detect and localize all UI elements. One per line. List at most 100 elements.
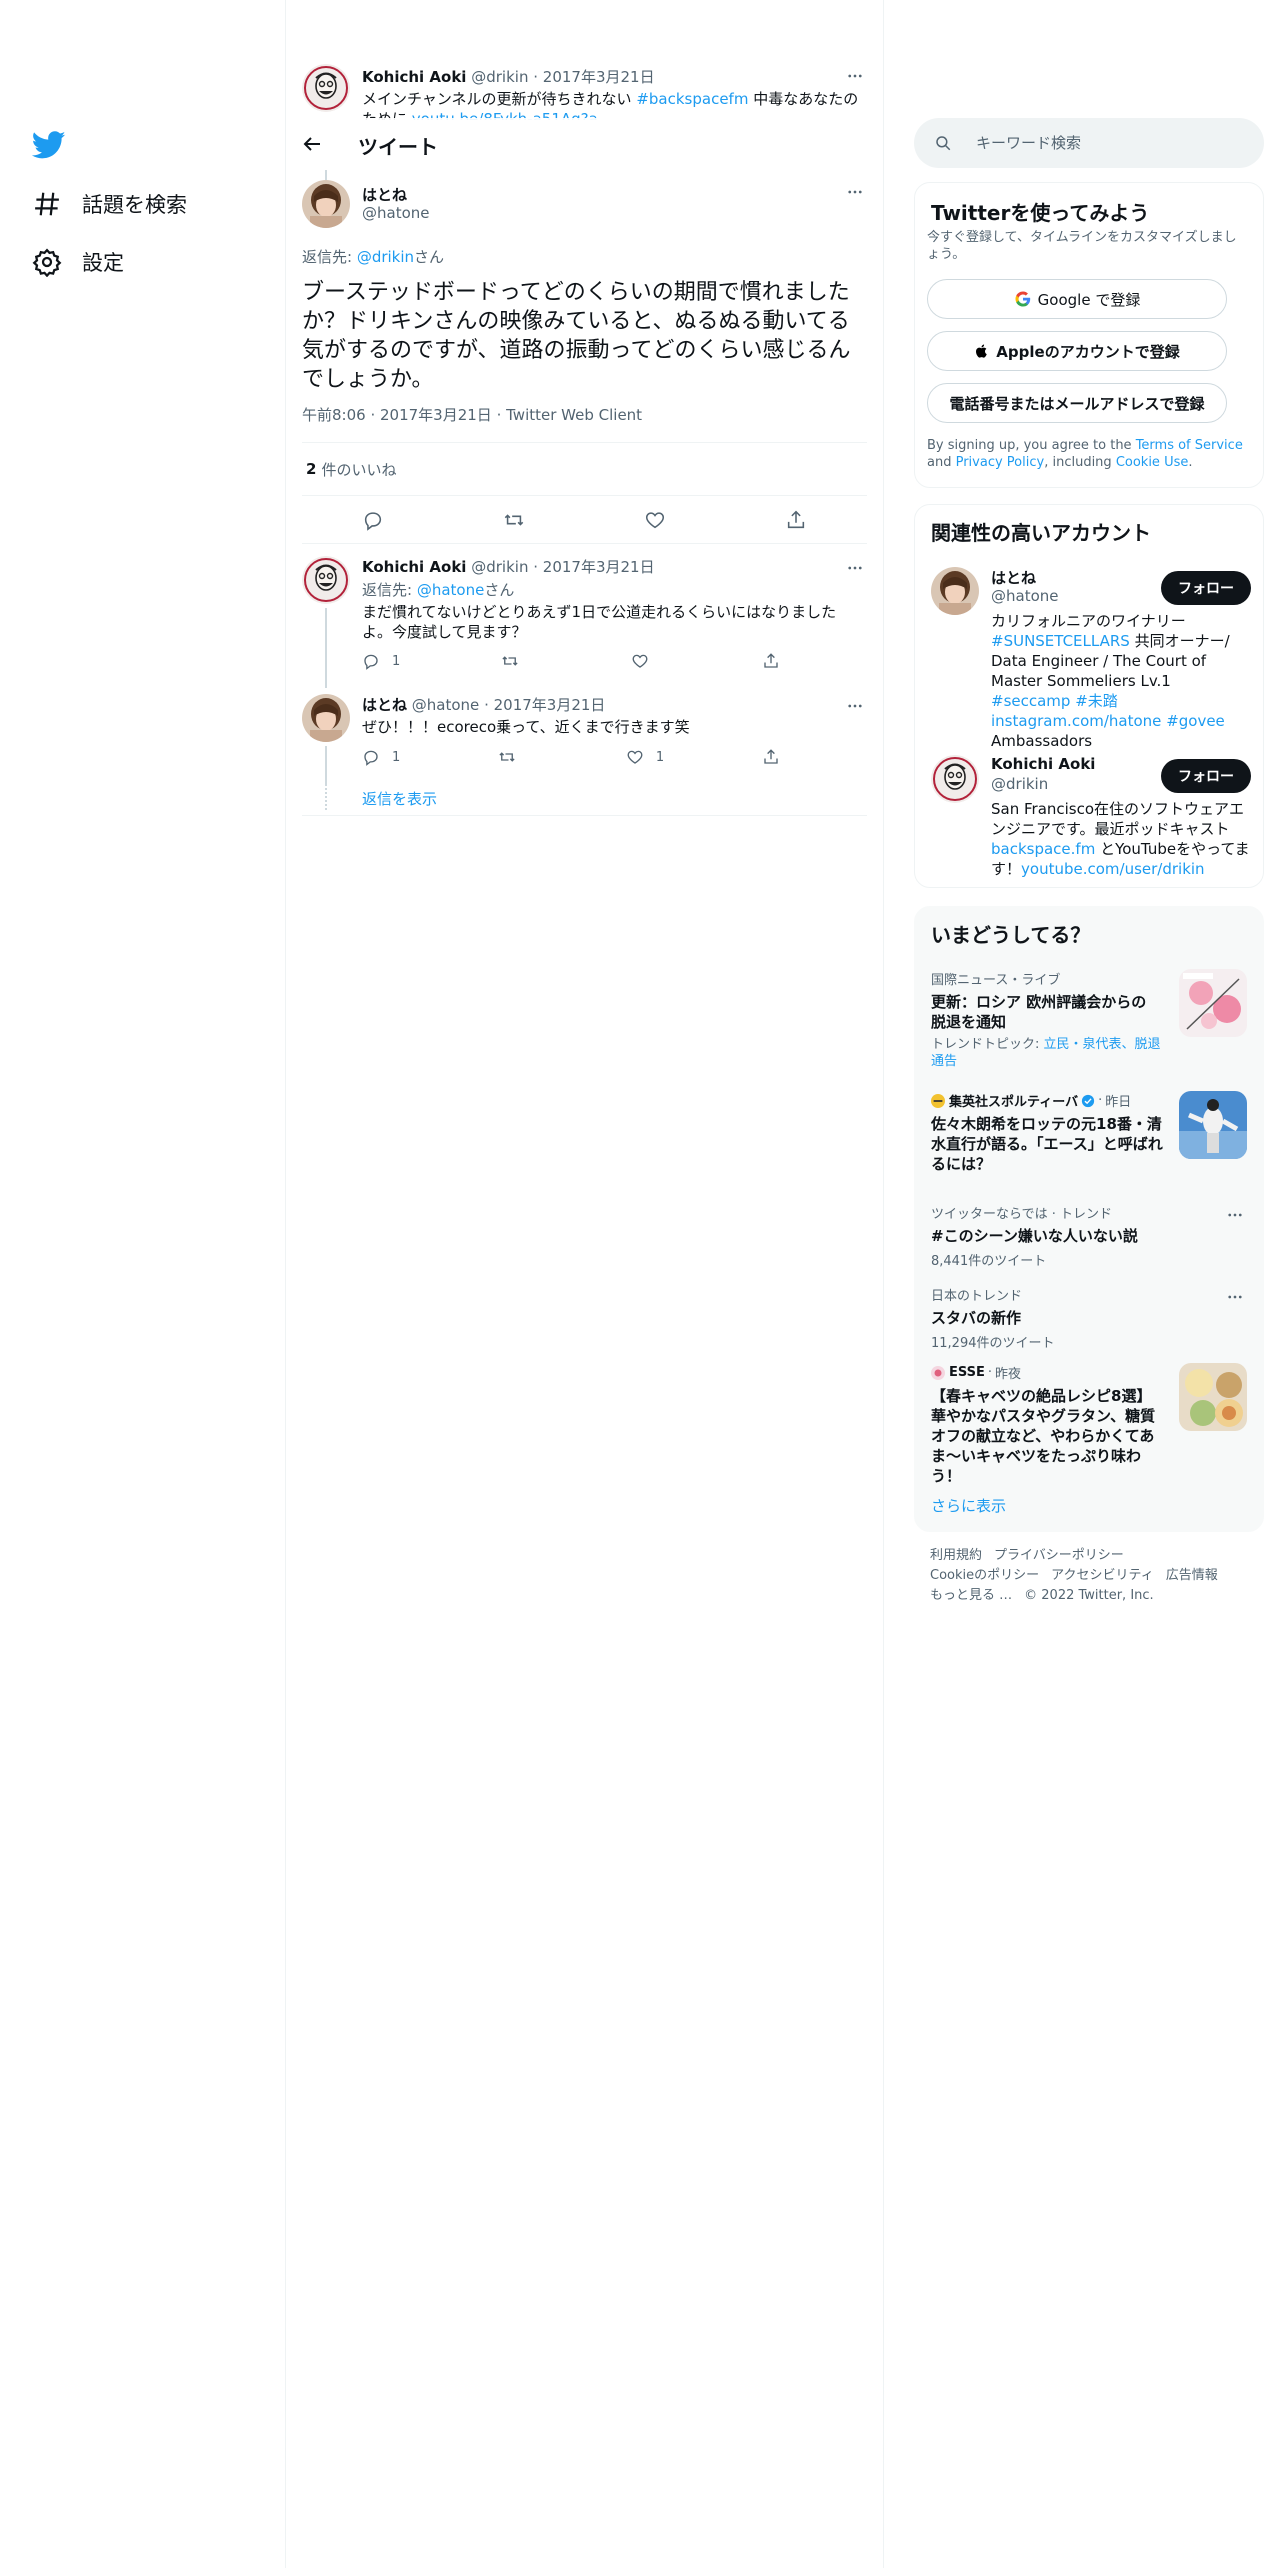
twitter-logo-icon[interactable] <box>32 128 66 162</box>
likes-stat[interactable]: 2 件のいいね <box>302 442 867 496</box>
reply-button[interactable]: 1 <box>362 748 400 766</box>
tweet-date[interactable]: 2017年3月21日 <box>494 696 606 714</box>
share-icon[interactable] <box>785 509 807 531</box>
more-options-icon[interactable] <box>843 556 867 580</box>
tweet-author-name[interactable]: Kohichi Aoki <box>362 558 466 576</box>
tweet-client[interactable]: Twitter Web Client <box>506 406 642 424</box>
avatar[interactable] <box>931 567 979 615</box>
reply-to-link[interactable]: @hatone <box>417 581 485 599</box>
share-button[interactable] <box>762 748 792 766</box>
avatar[interactable] <box>302 556 350 604</box>
avatar[interactable] <box>302 64 350 112</box>
trend-thumbnail <box>1179 969 1247 1037</box>
account-item[interactable]: Kohichi Aoki @drikin フォロー San Francisco在… <box>931 753 1251 883</box>
tweet-author-handle[interactable]: @drikin <box>471 68 528 86</box>
legal-text: By signing up, you agree to the <box>927 438 1136 453</box>
trends-title: いまどうしてる？ <box>931 923 1091 947</box>
bio-link[interactable]: instagram.com/hatone <box>991 712 1161 730</box>
trend-title: 佐々木朗希をロッテの元18番・清水直行が語る。「エース」と呼ばれるには？ <box>931 1115 1163 1173</box>
trend-item[interactable]: 日本のトレンド スタバの新作 11,294件のツイート <box>931 1285 1247 1351</box>
tweet-date[interactable]: 2017年3月21日 <box>380 406 492 424</box>
trend-item[interactable]: ツイッターならでは · トレンド #このシーン嫌いな人いない説 8,441件のツ… <box>931 1203 1247 1269</box>
reply-tweet[interactable]: Kohichi Aoki @drikin · 2017年3月21日 返信先: @… <box>302 556 867 688</box>
tweet-action-bar <box>302 496 867 544</box>
hashtag-link[interactable]: #govee <box>1166 712 1225 730</box>
bio-link[interactable]: backspace.fm <box>991 840 1095 858</box>
reply-to-link[interactable]: @drikin <box>357 248 414 266</box>
tweet-author-name[interactable]: Kohichi Aoki <box>362 68 466 86</box>
avatar[interactable] <box>931 755 979 803</box>
footer-link[interactable]: プライバシーポリシー <box>994 1548 1124 1563</box>
hashtag-link[interactable]: #backspacefm <box>636 90 748 108</box>
trend-item[interactable]: ESSE · 昨夜 【春キャベツの絶品レシピ8選】華やかなパスタやグラタン、糖質… <box>931 1363 1247 1485</box>
hashtag-link[interactable]: #seccamp <box>991 692 1070 710</box>
retweet-button[interactable] <box>498 748 528 766</box>
like-icon[interactable] <box>644 509 666 531</box>
footer-link[interactable]: 利用規約 <box>930 1548 982 1563</box>
tweet-author-handle[interactable]: @drikin <box>471 558 528 576</box>
share-icon <box>762 652 792 670</box>
trend-item[interactable]: 集英社スポルティーバ · 昨日 佐々木朗希をロッテの元18番・清水直行が語る。「… <box>931 1091 1247 1191</box>
tweet-date[interactable]: 2017年3月21日 <box>543 558 655 576</box>
footer-link[interactable]: Cookieのポリシー <box>930 1568 1039 1583</box>
footer-link[interactable]: 広告情報 <box>1166 1568 1218 1583</box>
footer-link[interactable]: アクセシビリティ <box>1051 1568 1154 1583</box>
trend-topics-label: トレンドトピック: <box>931 1037 1044 1052</box>
account-handle[interactable]: @hatone <box>991 587 1059 605</box>
account-name[interactable]: はとね <box>991 567 1036 588</box>
account-handle[interactable]: @drikin <box>991 775 1048 793</box>
share-button[interactable] <box>762 652 792 670</box>
nav-settings[interactable]: 設定 <box>32 242 124 282</box>
search-box[interactable] <box>914 118 1264 168</box>
follow-button[interactable]: フォロー <box>1161 571 1251 605</box>
retweet-button[interactable] <box>501 652 531 670</box>
phone-email-signup-label: 電話番号またはメールアドレスで登録 <box>949 394 1205 413</box>
footer-more-link[interactable]: もっと見る … <box>930 1588 1012 1603</box>
more-options-icon[interactable] <box>1223 1203 1247 1227</box>
account-item[interactable]: はとね @hatone フォロー カリフォルニアのワイナリー #SUNSETCE… <box>931 565 1251 750</box>
reply-to-suffix: さん <box>484 581 515 599</box>
back-arrow-icon[interactable] <box>300 132 324 156</box>
trend-item[interactable]: 国際ニュース・ライブ 更新：ロシア 欧州評議会からの脱退を通知 トレンドトピック… <box>931 969 1247 1079</box>
show-replies-link[interactable]: 返信を表示 <box>362 788 437 809</box>
cookie-link[interactable]: Cookie Use <box>1116 455 1189 470</box>
tweet-author-name[interactable]: はとね <box>362 696 407 714</box>
tweet-author-handle[interactable]: @hatone <box>362 204 430 222</box>
search-input[interactable] <box>976 134 1236 152</box>
hashtag-link[interactable]: #未踏 <box>1075 692 1118 710</box>
trend-time: 昨日 <box>1105 1095 1132 1110</box>
tweet-author-name[interactable]: はとね <box>362 184 407 205</box>
like-button[interactable] <box>631 652 661 670</box>
bio-link[interactable]: youtube.com/user/drikin <box>1021 860 1205 878</box>
nav-explore[interactable]: 話題を検索 <box>32 184 187 224</box>
avatar[interactable] <box>302 694 350 742</box>
reply-icon[interactable] <box>362 509 384 531</box>
privacy-link[interactable]: Privacy Policy <box>956 455 1045 470</box>
likes-label: 件のいいね <box>321 460 397 479</box>
show-more-link[interactable]: さらに表示 <box>931 1495 1006 1516</box>
apple-signup-button[interactable]: Appleのアカウントで登録 <box>927 331 1227 371</box>
retweet-icon[interactable] <box>503 509 525 531</box>
reply-button[interactable]: 1 <box>362 652 400 670</box>
more-options-icon[interactable] <box>843 180 867 204</box>
phone-email-signup-button[interactable]: 電話番号またはメールアドレスで登録 <box>927 383 1227 423</box>
terms-link[interactable]: Terms of Service <box>1136 438 1243 453</box>
retweet-icon <box>498 748 528 766</box>
more-options-icon[interactable] <box>843 694 867 718</box>
follow-button[interactable]: フォロー <box>1161 759 1251 793</box>
tweet-header-bar: ツイート <box>286 118 883 170</box>
tweet-author-handle[interactable]: @hatone <box>412 696 480 714</box>
like-button[interactable]: 1 <box>626 748 664 766</box>
reply-tweet[interactable]: はとね @hatone · 2017年3月21日 ぜひ！！！ecoreco乗って… <box>302 694 867 786</box>
account-bio: San Francisco在住のソフトウェアエンジニアです。最近ポッドキャスト … <box>991 799 1251 879</box>
signup-title: Twitterを使ってみよう <box>931 201 1150 225</box>
tweet-time[interactable]: 午前8:06 <box>302 406 366 424</box>
parent-tweet[interactable]: Kohichi Aoki @drikin · 2017年3月21日 メインチャン… <box>302 64 867 120</box>
more-options-icon[interactable] <box>843 64 867 88</box>
hashtag-link[interactable]: #SUNSETCELLARS <box>991 632 1130 650</box>
google-signup-button[interactable]: Google で登録 <box>927 279 1227 319</box>
account-name[interactable]: Kohichi Aoki <box>991 755 1095 773</box>
avatar[interactable] <box>302 180 350 228</box>
tweet-date[interactable]: 2017年3月21日 <box>543 68 655 86</box>
more-options-icon[interactable] <box>1223 1285 1247 1309</box>
